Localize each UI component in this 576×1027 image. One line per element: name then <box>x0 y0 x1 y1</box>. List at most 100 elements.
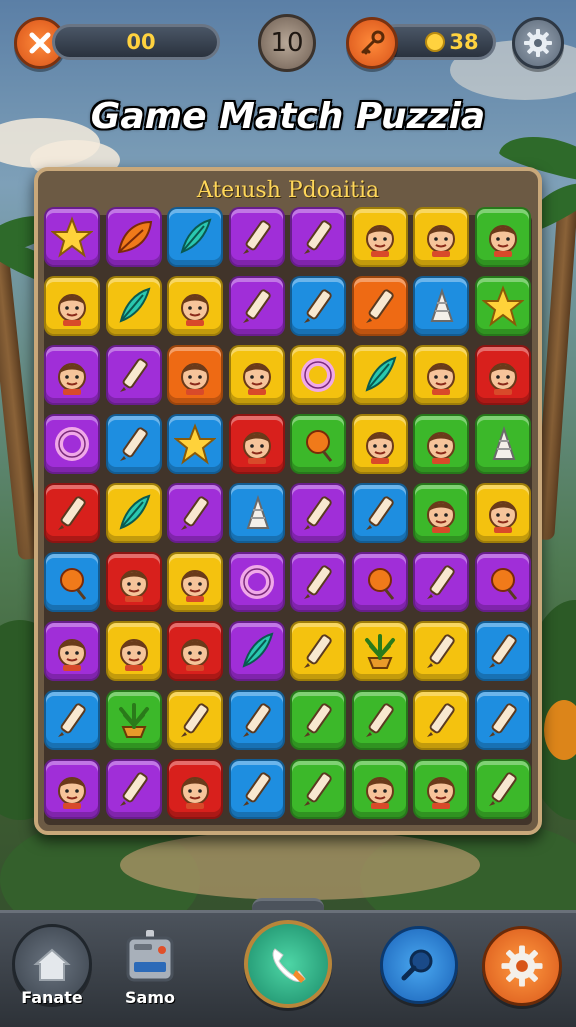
face-icon <box>181 639 209 671</box>
face-icon <box>427 777 455 809</box>
face-icon <box>120 639 148 671</box>
tile-purple-ball[interactable] <box>475 552 531 612</box>
tile-blue-crayon[interactable] <box>475 621 531 681</box>
tile-green-face[interactable] <box>413 414 469 474</box>
tile-red-face[interactable] <box>229 414 285 474</box>
tile-yellow-face[interactable] <box>167 276 223 336</box>
tile-yellow-feather[interactable] <box>106 276 162 336</box>
tile-red-crayon[interactable] <box>44 483 100 543</box>
plant-icon <box>365 634 395 669</box>
tile-purple-crayon[interactable] <box>290 207 346 267</box>
tile-green-crayon[interactable] <box>475 759 531 819</box>
tile-purple-crayon[interactable] <box>290 483 346 543</box>
tile-green-face[interactable] <box>352 759 408 819</box>
crayon-icon <box>304 634 332 668</box>
tile-blue-crayon[interactable] <box>229 759 285 819</box>
crayon-icon <box>243 703 271 737</box>
tile-yellow-feather[interactable] <box>106 483 162 543</box>
gear-icon <box>501 945 543 987</box>
tile-yellow-crayon[interactable] <box>413 621 469 681</box>
tile-blue-crayon[interactable] <box>229 690 285 750</box>
tile-grid <box>44 207 534 827</box>
tile-purple-ring[interactable] <box>44 414 100 474</box>
tile-blue-crayon[interactable] <box>290 276 346 336</box>
tile-blue-ball[interactable] <box>44 552 100 612</box>
tile-green-crayon[interactable] <box>290 759 346 819</box>
tile-purple-face[interactable] <box>44 621 100 681</box>
tile-yellow-crayon[interactable] <box>413 690 469 750</box>
face-icon <box>181 294 209 326</box>
tile-green-star[interactable] <box>475 276 531 336</box>
tile-blue-crayon[interactable] <box>352 483 408 543</box>
tile-yellow-face[interactable] <box>352 414 408 474</box>
bottom-settings-button[interactable] <box>482 926 562 1006</box>
crayon-icon <box>304 565 332 599</box>
settings-button[interactable] <box>512 17 564 69</box>
ring-icon <box>301 358 335 392</box>
tile-yellow-face[interactable] <box>413 207 469 267</box>
tile-red-face[interactable] <box>106 552 162 612</box>
tile-blue-feather[interactable] <box>167 207 223 267</box>
face-icon <box>181 363 209 395</box>
tile-green-ball[interactable] <box>290 414 346 474</box>
radio-button[interactable] <box>124 928 176 984</box>
crayon-icon <box>489 634 517 668</box>
tile-yellow-face[interactable] <box>106 621 162 681</box>
tile-purple-crayon[interactable] <box>413 552 469 612</box>
feather-icon <box>242 632 274 668</box>
face-icon <box>181 570 209 602</box>
tile-purple-crayon[interactable] <box>229 207 285 267</box>
crayon-icon <box>304 772 332 806</box>
tile-orange-face[interactable] <box>167 345 223 405</box>
tile-purple-leaf[interactable] <box>106 207 162 267</box>
tile-purple-feather[interactable] <box>229 621 285 681</box>
tile-yellow-face[interactable] <box>413 345 469 405</box>
tile-red-face[interactable] <box>167 621 223 681</box>
tile-green-plant[interactable] <box>106 690 162 750</box>
key-button[interactable] <box>346 17 398 69</box>
tile-purple-star[interactable] <box>44 207 100 267</box>
ring-icon <box>240 565 274 599</box>
tile-blue-cone[interactable] <box>229 483 285 543</box>
tile-green-crayon[interactable] <box>290 690 346 750</box>
tile-purple-crayon[interactable] <box>290 552 346 612</box>
crayon-icon <box>120 358 148 392</box>
tile-yellow-crayon[interactable] <box>167 690 223 750</box>
tile-red-face[interactable] <box>167 759 223 819</box>
tile-yellow-face[interactable] <box>229 345 285 405</box>
tile-yellow-face[interactable] <box>475 483 531 543</box>
radio-label: Samo <box>125 988 175 1007</box>
tile-green-face[interactable] <box>475 207 531 267</box>
tile-purple-ball[interactable] <box>352 552 408 612</box>
tile-yellow-face[interactable] <box>44 276 100 336</box>
tile-purple-crayon[interactable] <box>106 345 162 405</box>
tile-orange-crayon[interactable] <box>352 276 408 336</box>
tile-purple-crayon[interactable] <box>106 759 162 819</box>
crayon-icon <box>243 289 271 323</box>
tile-purple-face[interactable] <box>44 759 100 819</box>
tile-purple-ring[interactable] <box>229 552 285 612</box>
cone-icon <box>246 494 270 529</box>
tile-purple-crayon[interactable] <box>167 483 223 543</box>
tile-red-face[interactable] <box>475 345 531 405</box>
phone-button[interactable] <box>244 920 332 1008</box>
tile-purple-face[interactable] <box>44 345 100 405</box>
tile-yellow-crayon[interactable] <box>290 621 346 681</box>
search-button[interactable] <box>380 926 458 1004</box>
tile-green-crayon[interactable] <box>352 690 408 750</box>
tile-yellow-ring[interactable] <box>290 345 346 405</box>
tile-purple-crayon[interactable] <box>229 276 285 336</box>
tile-yellow-plant[interactable] <box>352 621 408 681</box>
tile-blue-crayon[interactable] <box>106 414 162 474</box>
tile-yellow-feather[interactable] <box>352 345 408 405</box>
tile-green-face[interactable] <box>413 759 469 819</box>
tile-blue-crayon[interactable] <box>44 690 100 750</box>
tile-green-cone[interactable] <box>475 414 531 474</box>
tile-green-face[interactable] <box>413 483 469 543</box>
tile-blue-star[interactable] <box>167 414 223 474</box>
tile-blue-crayon[interactable] <box>475 690 531 750</box>
tile-yellow-face[interactable] <box>352 207 408 267</box>
tile-yellow-face[interactable] <box>167 552 223 612</box>
face-icon <box>243 363 271 395</box>
tile-blue-cone[interactable] <box>413 276 469 336</box>
